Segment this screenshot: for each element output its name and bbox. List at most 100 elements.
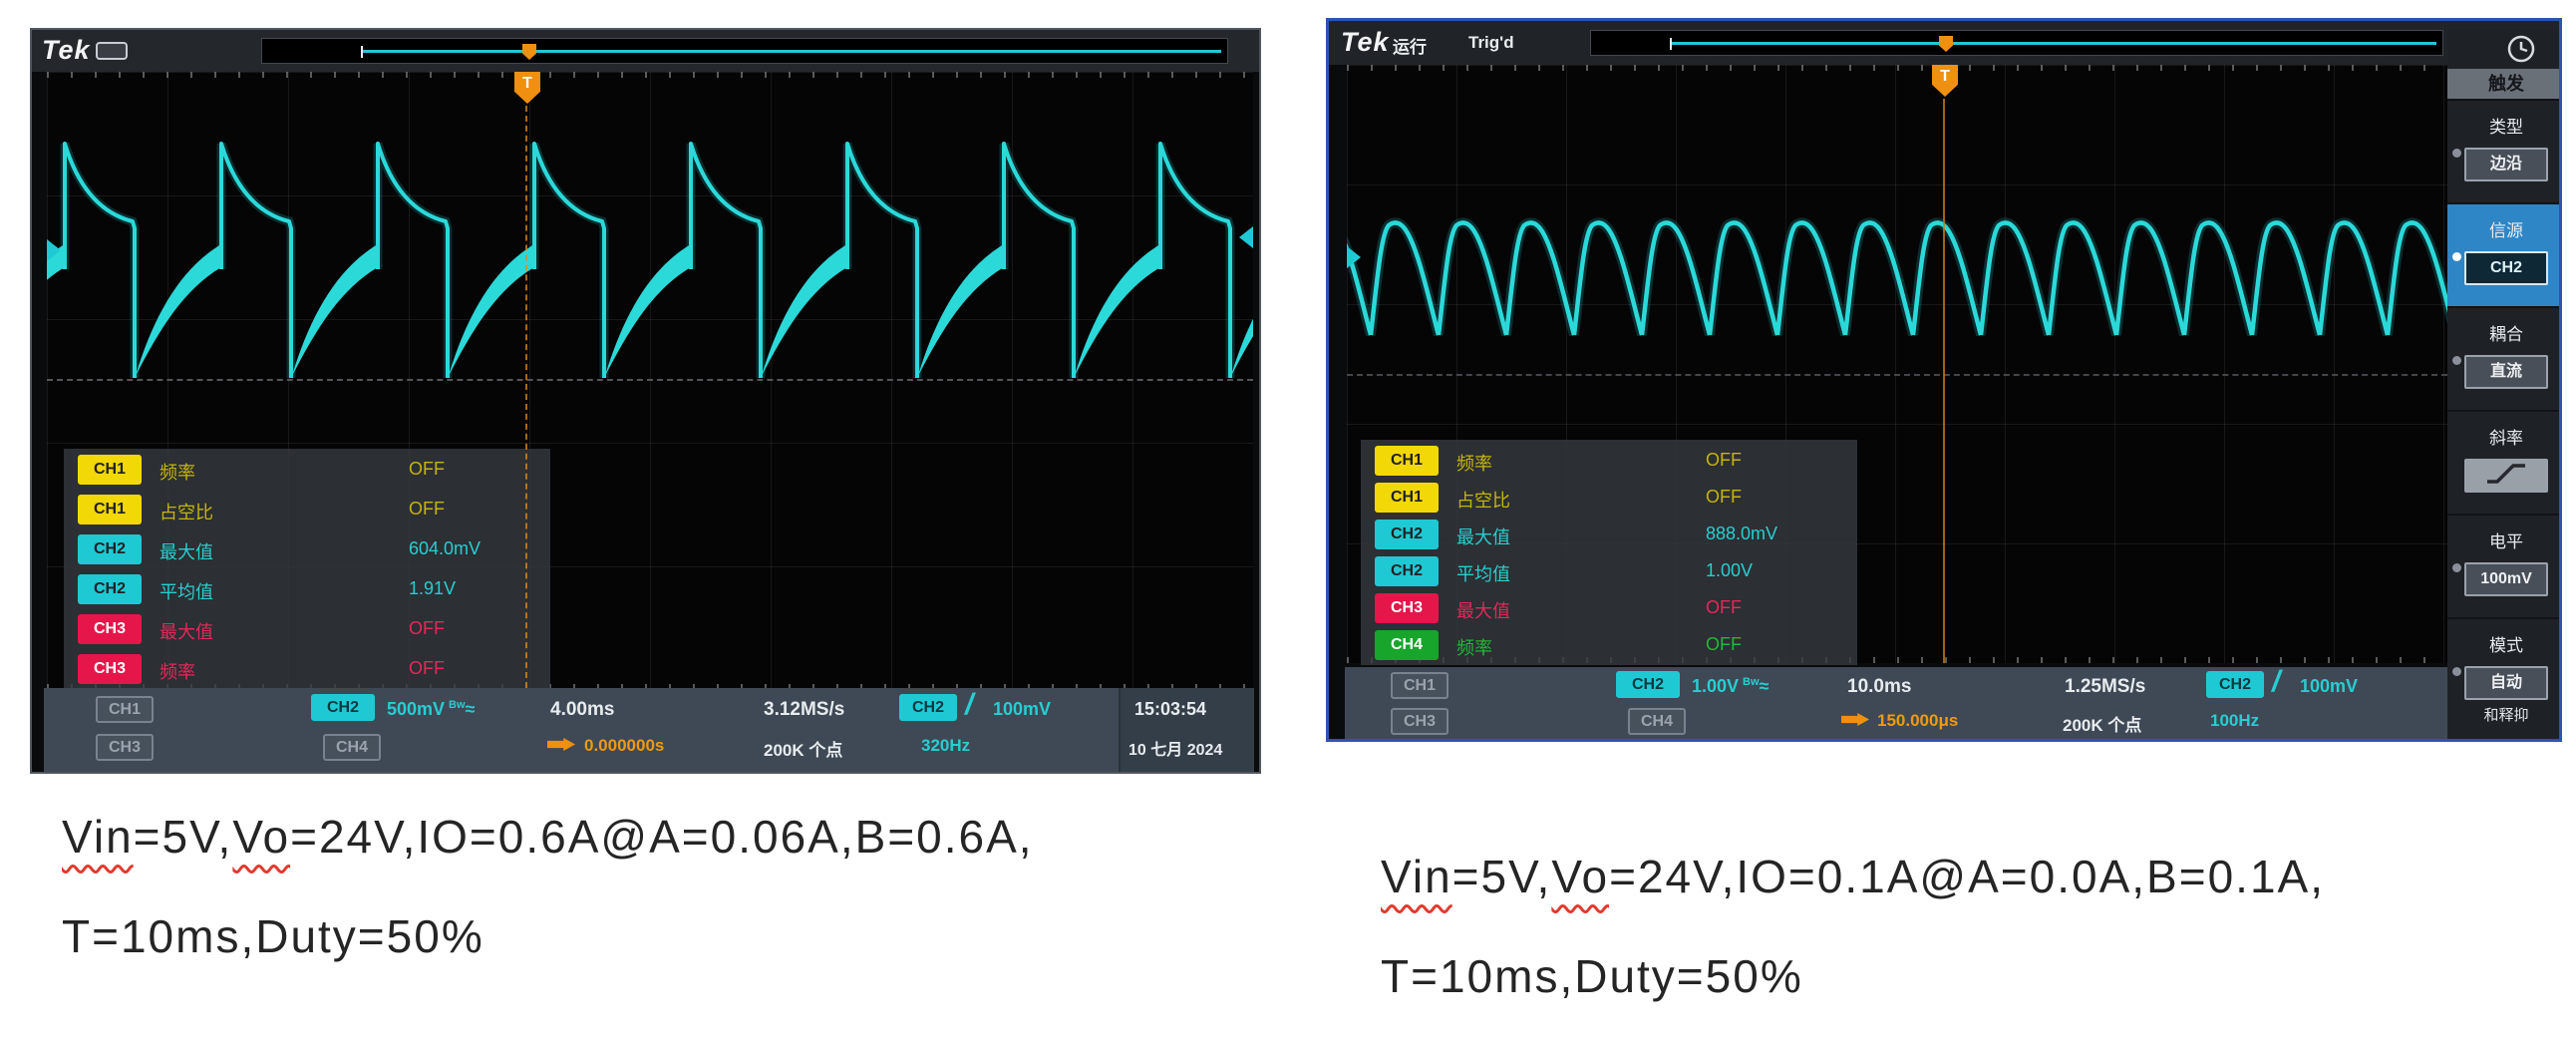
menu-section-coupling[interactable]: 耦合 直流 xyxy=(2447,306,2562,410)
trigger-position-line xyxy=(525,106,527,688)
caption-line-2: T=10ms,Duty=50% xyxy=(62,909,1034,1009)
ch3-badge[interactable]: CH3 xyxy=(96,734,154,761)
ch4-badge[interactable]: CH4 xyxy=(323,734,381,761)
menu-section-mode[interactable]: 模式 自动 和释抑 xyxy=(2447,617,2562,729)
menu-section-slope[interactable]: 斜率 xyxy=(2447,410,2562,514)
measurement-value: OFF xyxy=(1706,597,1742,618)
ch2-scale: 500mVBw≈ xyxy=(387,699,475,720)
coupling-icon: ≈ xyxy=(1760,676,1770,696)
caption-line-2: T=10ms,Duty=50% xyxy=(1381,949,2325,1049)
ch2-badge[interactable]: CH2 xyxy=(311,694,375,721)
trigger-status: Trig'd xyxy=(1468,33,1514,53)
channel-badge: CH1 xyxy=(1375,446,1439,476)
measurement-value: 1.91V xyxy=(409,578,456,599)
channel-badge: CH1 xyxy=(78,495,142,524)
measurement-row: CH3 最大值 OFF xyxy=(64,610,550,650)
measurement-value: 888.0mV xyxy=(1706,524,1777,544)
measurement-row: CH2 平均值 1.00V xyxy=(1361,552,1857,589)
trigger-position-line xyxy=(1943,99,1945,663)
ch2-level-arrow[interactable] xyxy=(1347,246,1361,268)
menu-section-type[interactable]: 类型 边沿 xyxy=(2447,99,2562,202)
measurement-label: 最大值 xyxy=(1456,597,1510,623)
record-length-readout: 200K 个点 xyxy=(2063,711,2141,736)
record-view-tick xyxy=(1670,38,1672,50)
measurement-row: CH1 频率 OFF xyxy=(1361,442,1857,479)
menu-type-button[interactable]: 边沿 xyxy=(2464,148,2548,181)
datetime-panel: 15:03:54 10 七月 2024 xyxy=(1119,688,1254,772)
measurement-value: 1.00V xyxy=(1706,560,1753,581)
bandwidth-indicator: Bw xyxy=(1743,676,1760,688)
measurement-row: CH1 占空比 OFF xyxy=(64,491,550,530)
right-measurement-panel: CH1 频率 OFF CH1 占空比 OFF CH2 最大值 888.0mV C… xyxy=(1361,440,1857,665)
menu-slope-button[interactable] xyxy=(2464,459,2548,493)
measurement-row: CH3 最大值 OFF xyxy=(1361,589,1857,626)
softkey-indicator xyxy=(2452,356,2461,365)
record-trigger-marker-icon[interactable] xyxy=(1939,36,1953,52)
ch1-badge[interactable]: CH1 xyxy=(1391,672,1449,699)
right-status-bar: CH1 CH3 CH2 1.00VBw≈ CH4 10.0ms 150.000μ… xyxy=(1345,667,2447,742)
record-view-window xyxy=(1671,42,2436,45)
acquisition-status: 运行 xyxy=(1393,33,1427,58)
channel-badge: CH2 xyxy=(1375,556,1439,586)
horizontal-delay-icon xyxy=(547,738,575,751)
sample-rate-readout: 1.25MS/s xyxy=(2065,676,2145,698)
channel-badge: CH3 xyxy=(78,654,142,684)
left-measurement-panel: CH1 频率 OFF CH1 占空比 OFF CH2 最大值 604.0mV C… xyxy=(64,449,550,690)
trigger-level-readout: 100mV xyxy=(2300,676,2358,697)
record-view-tick xyxy=(361,46,363,58)
ch1-badge[interactable]: CH1 xyxy=(96,696,154,723)
softkey-indicator xyxy=(2452,563,2461,572)
run-status-icon xyxy=(96,42,128,60)
trigger-source-badge[interactable]: CH2 xyxy=(2206,671,2264,698)
channel-badge: CH2 xyxy=(78,574,142,604)
record-view-bar xyxy=(261,38,1228,64)
right-caption: Vin=5V,Vo=24V,IO=0.1A@A=0.0A,B=0.1A, T=1… xyxy=(1381,850,2325,1049)
menu-coupling-button[interactable]: 直流 xyxy=(2464,355,2548,389)
measurement-value: OFF xyxy=(1706,450,1742,471)
measurement-row: CH2 最大值 888.0mV xyxy=(1361,516,1857,552)
left-waveform-line xyxy=(47,144,1253,378)
channel-badge: CH3 xyxy=(78,614,142,644)
menu-mode-button[interactable]: 自动 xyxy=(2464,666,2548,700)
ch2-level-arrow[interactable] xyxy=(47,239,61,261)
rising-slope-icon xyxy=(2484,461,2528,487)
menu-level-button[interactable]: 100mV xyxy=(2464,562,2548,596)
trigger-level-arrow[interactable] xyxy=(1239,226,1253,248)
channel-badge: CH1 xyxy=(1375,483,1439,513)
trigger-slope-icon: / xyxy=(2272,665,2280,699)
ch3-badge[interactable]: CH3 xyxy=(1391,708,1449,735)
trigger-source-badge[interactable]: CH2 xyxy=(899,694,957,721)
measurement-label: 占空比 xyxy=(1456,487,1510,513)
left-caption: Vin=5V,Vo=24V,IO=0.6A@A=0.06A,B=0.6A, T=… xyxy=(62,810,1034,1009)
menu-source-button[interactable]: CH2 xyxy=(2464,251,2548,285)
left-status-bar: CH1 CH3 CH2 500mVBw≈ CH4 4.00ms 0.000000… xyxy=(44,688,1252,772)
measurement-value: 604.0mV xyxy=(409,538,481,559)
measurement-label: 频率 xyxy=(160,459,195,485)
channel-badge: CH2 xyxy=(1375,520,1439,549)
clock-date: 10 七月 2024 xyxy=(1128,736,1222,760)
menu-header: 触发 xyxy=(2447,69,2562,99)
menu-mode-note: 和释抑 xyxy=(2447,704,2562,725)
ch4-badge[interactable]: CH4 xyxy=(1628,708,1686,735)
coupling-icon: ≈ xyxy=(466,699,476,719)
clock-time: 15:03:54 xyxy=(1134,699,1206,720)
trigger-slope-icon: / xyxy=(965,688,973,722)
measurement-value: OFF xyxy=(409,459,445,480)
softkey-indicator xyxy=(2452,252,2461,261)
trigger-frequency-readout: 320Hz xyxy=(921,736,970,756)
measurement-label: 频率 xyxy=(1456,634,1492,660)
caption-line-1: Vin=5V,Vo=24V,IO=0.1A@A=0.0A,B=0.1A, xyxy=(1381,850,2325,949)
menu-section-level[interactable]: 电平 100mV xyxy=(2447,514,2562,617)
record-trigger-marker-icon[interactable] xyxy=(522,44,536,60)
tek-logo: Tek xyxy=(1341,27,1390,58)
right-oscilloscope: Tek 运行 Trig'd T CH1 频率 OFF CH1 xyxy=(1326,18,2562,742)
measurement-value: OFF xyxy=(1706,487,1742,508)
timebase-readout: 10.0ms xyxy=(1847,676,1911,698)
caption-vin: Vin xyxy=(62,811,134,863)
bandwidth-indicator: Bw xyxy=(449,699,466,711)
ch2-badge[interactable]: CH2 xyxy=(1616,671,1680,698)
record-view-window xyxy=(362,50,1221,53)
menu-section-source[interactable]: 信源 CH2 xyxy=(2447,202,2562,306)
measurement-label: 平均值 xyxy=(1456,560,1510,586)
left-oscilloscope: Tek T CH1 频率 OFF CH1 占空比 OFF xyxy=(30,28,1261,774)
